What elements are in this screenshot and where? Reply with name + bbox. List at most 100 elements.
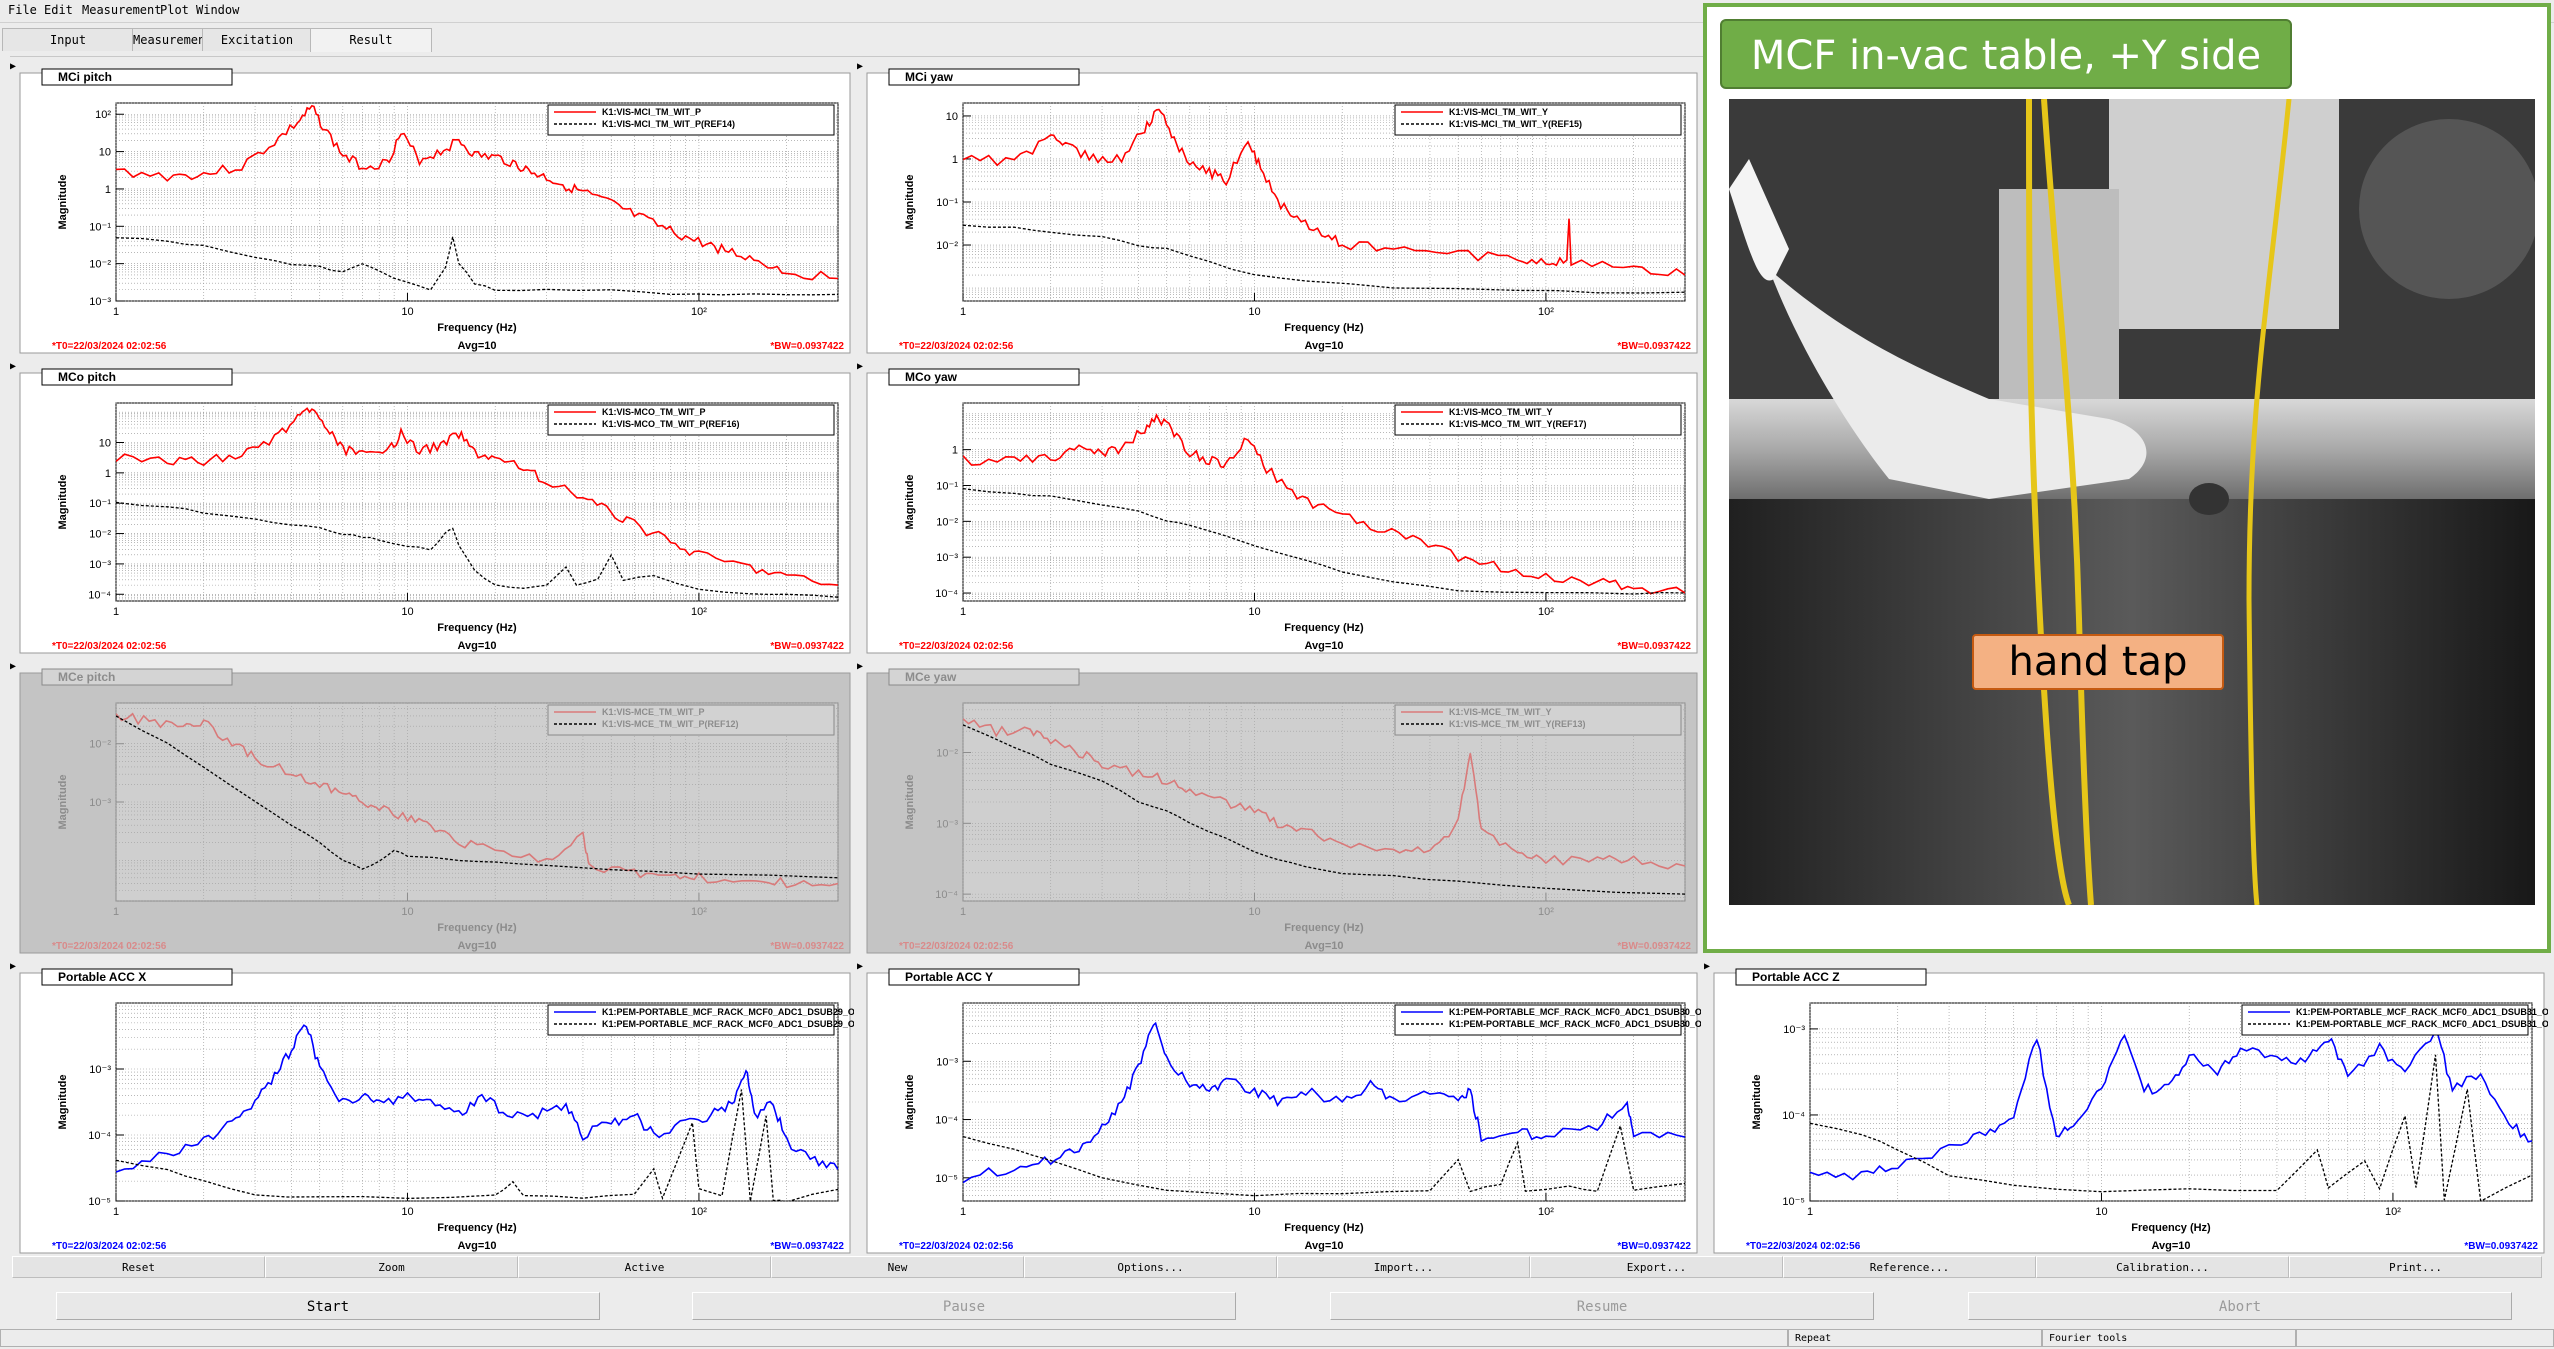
graph-title: MCo yaw — [905, 370, 958, 384]
t0-label: *T0=22/03/2024 02:02:56 — [52, 341, 167, 352]
y-tick-label: 10⁻⁵ — [935, 1173, 958, 1185]
x-axis-label: Frequency (Hz) — [437, 322, 517, 334]
panel-expand-icon[interactable]: ▶ — [857, 661, 863, 672]
y-tick-label: 10⁻² — [936, 516, 958, 528]
legend-entry: K1:PEM-PORTABLE_MCF_RACK_MCF0_ADC1_DSUB3… — [1449, 1007, 1701, 1017]
x-tick-label: 10² — [1538, 1206, 1554, 1218]
pause-button[interactable]: Pause — [692, 1292, 1236, 1320]
bw-label: *BW=0.0937422 — [770, 1241, 844, 1252]
reference-button[interactable]: Reference... — [1783, 1256, 2036, 1278]
x-tick-label: 10² — [691, 606, 707, 618]
graph-canvas: Portable ACC Z 1 10 10² 10⁻³ 10⁻⁴ 10⁻⁵ Frequenc… — [1713, 968, 2548, 1254]
measurement-controls: Start Pause Resume Abort — [0, 1292, 2554, 1322]
zoom-button[interactable]: Zoom — [265, 1256, 518, 1278]
y-axis-label: Magnitude — [57, 475, 69, 530]
new-button[interactable]: New — [771, 1256, 1024, 1278]
x-tick-label: 10 — [401, 1206, 413, 1218]
x-tick-label: 1 — [113, 306, 119, 318]
start-button[interactable]: Start — [56, 1292, 600, 1320]
panel-expand-icon[interactable]: ▶ — [10, 61, 16, 72]
menu-plot[interactable]: Plot — [160, 3, 189, 17]
tab-result[interactable]: Result — [310, 28, 432, 52]
y-axis-label: Magnitude — [904, 1075, 916, 1130]
photo-title: MCF in-vac table, +Y side — [1720, 19, 2292, 89]
graph-canvas: MCe pitch 1 10 10² 10⁻² 10⁻³ Frequency (Hz) Mag… — [19, 668, 851, 954]
legend-entry: K1:PEM-PORTABLE_MCF_RACK_MCF0_ADC1_DSUB2… — [602, 1019, 854, 1029]
y-axis-label: Magnitude — [57, 775, 69, 830]
t0-label: *T0=22/03/2024 02:02:56 — [1746, 1241, 1861, 1252]
x-tick-label: 10² — [691, 906, 707, 918]
graph-canvas: MCi pitch 1 10 10² 10² 10 1 10⁻¹ 10⁻² 10⁻³ Frequen… — [19, 68, 851, 354]
x-tick-label: 10 — [1248, 606, 1260, 618]
x-tick-label: 10² — [1538, 606, 1554, 618]
legend-entry: K1:PEM-PORTABLE_MCF_RACK_MCF0_ADC1_DSUB2… — [602, 1007, 854, 1017]
t0-label: *T0=22/03/2024 02:02:56 — [899, 1241, 1014, 1252]
status-extra — [2296, 1329, 2554, 1347]
y-tick-label: 10 — [99, 147, 111, 159]
graph-canvas: Portable ACC X 1 10 10² 10⁻³ 10⁻⁴ 10⁻⁵ Frequenc… — [19, 968, 854, 1254]
y-tick-label: 1 — [952, 445, 958, 457]
panel-expand-icon[interactable]: ▶ — [857, 961, 863, 972]
panel-expand-icon[interactable]: ▶ — [10, 961, 16, 972]
legend-entry: K1:VIS-MCI_TM_WIT_P(REF14) — [602, 119, 735, 129]
tab-excitation[interactable]: Excitation — [202, 28, 312, 51]
y-tick-label: 10⁻² — [89, 529, 111, 541]
avg-label: Avg=10 — [1304, 940, 1343, 952]
abort-button[interactable]: Abort — [1968, 1292, 2512, 1320]
reset-button[interactable]: Reset — [12, 1256, 265, 1278]
bw-label: *BW=0.0937422 — [1617, 641, 1691, 652]
x-tick-label: 1 — [113, 906, 119, 918]
y-tick-label: 10⁻³ — [936, 1056, 958, 1068]
y-tick-label: 1 — [105, 184, 111, 196]
panel-expand-icon[interactable]: ▶ — [10, 661, 16, 672]
calibration-button[interactable]: Calibration... — [2036, 1256, 2289, 1278]
tab-bar: Input Measurement Excitation Result — [0, 28, 1700, 52]
print-button[interactable]: Print... — [2289, 1256, 2542, 1278]
y-axis-label: Magnitude — [904, 475, 916, 530]
y-tick-label: 10⁻⁴ — [935, 1115, 958, 1127]
menu-file[interactable]: File — [8, 3, 37, 17]
hand-tap-label: hand tap — [1972, 634, 2224, 690]
x-axis-label: Frequency (Hz) — [1284, 322, 1364, 334]
bw-label: *BW=0.0937422 — [1617, 941, 1691, 952]
menu-window[interactable]: Window — [196, 3, 239, 17]
import-button[interactable]: Import... — [1277, 1256, 1530, 1278]
t0-label: *T0=22/03/2024 02:02:56 — [52, 941, 167, 952]
status-message — [0, 1329, 1788, 1347]
y-tick-label: 10⁻³ — [89, 296, 111, 308]
active-button[interactable]: Active — [518, 1256, 771, 1278]
panel-expand-icon[interactable]: ▶ — [857, 361, 863, 372]
status-fourier-tools: Fourier tools — [2042, 1329, 2296, 1347]
panel-expand-icon[interactable]: ▶ — [857, 61, 863, 72]
y-axis-label: Magnitude — [57, 175, 69, 230]
tab-input[interactable]: Input — [2, 28, 134, 51]
tab-measurement[interactable]: Measurement — [132, 28, 212, 51]
y-tick-label: 10 — [946, 111, 958, 123]
menu-measurement[interactable]: Measurement — [82, 3, 161, 17]
legend-entry: K1:VIS-MCE_TM_WIT_P — [602, 707, 705, 717]
x-axis-label: Frequency (Hz) — [1284, 1222, 1364, 1234]
legend-entry: K1:VIS-MCO_TM_WIT_P — [602, 407, 706, 417]
bw-label: *BW=0.0937422 — [1617, 341, 1691, 352]
y-tick-label: 10 — [99, 437, 111, 449]
status-repeat: Repeat — [1788, 1329, 2042, 1347]
x-tick-label: 10 — [401, 906, 413, 918]
t0-label: *T0=22/03/2024 02:02:56 — [52, 641, 167, 652]
x-axis-label: Frequency (Hz) — [437, 922, 517, 934]
options-button[interactable]: Options... — [1024, 1256, 1277, 1278]
y-axis-label: Magnitude — [1751, 1075, 1763, 1130]
graph-canvas: MCe yaw 1 10 10² 10⁻² 10⁻³ 10⁻⁴ Frequency (Hz) M… — [866, 668, 1698, 954]
panel-expand-icon[interactable]: ▶ — [1704, 961, 1710, 972]
graph-title: MCe pitch — [58, 670, 115, 684]
resume-button[interactable]: Resume — [1330, 1292, 1874, 1320]
avg-label: Avg=10 — [457, 940, 496, 952]
legend-entry: K1:PEM-PORTABLE_MCF_RACK_MCF0_ADC1_DSUB3… — [1449, 1019, 1701, 1029]
x-tick-label: 10 — [1248, 1206, 1260, 1218]
x-tick-label: 10 — [1248, 906, 1260, 918]
graph-canvas: MCi yaw 1 10 10² 10 1 10⁻¹ 10⁻² Frequency (Hz) Ma… — [866, 68, 1698, 354]
panel-expand-icon[interactable]: ▶ — [10, 361, 16, 372]
menu-edit[interactable]: Edit — [44, 3, 73, 17]
y-axis-label: Magnitude — [904, 175, 916, 230]
export-button[interactable]: Export... — [1530, 1256, 1783, 1278]
avg-label: Avg=10 — [2151, 1240, 2190, 1252]
